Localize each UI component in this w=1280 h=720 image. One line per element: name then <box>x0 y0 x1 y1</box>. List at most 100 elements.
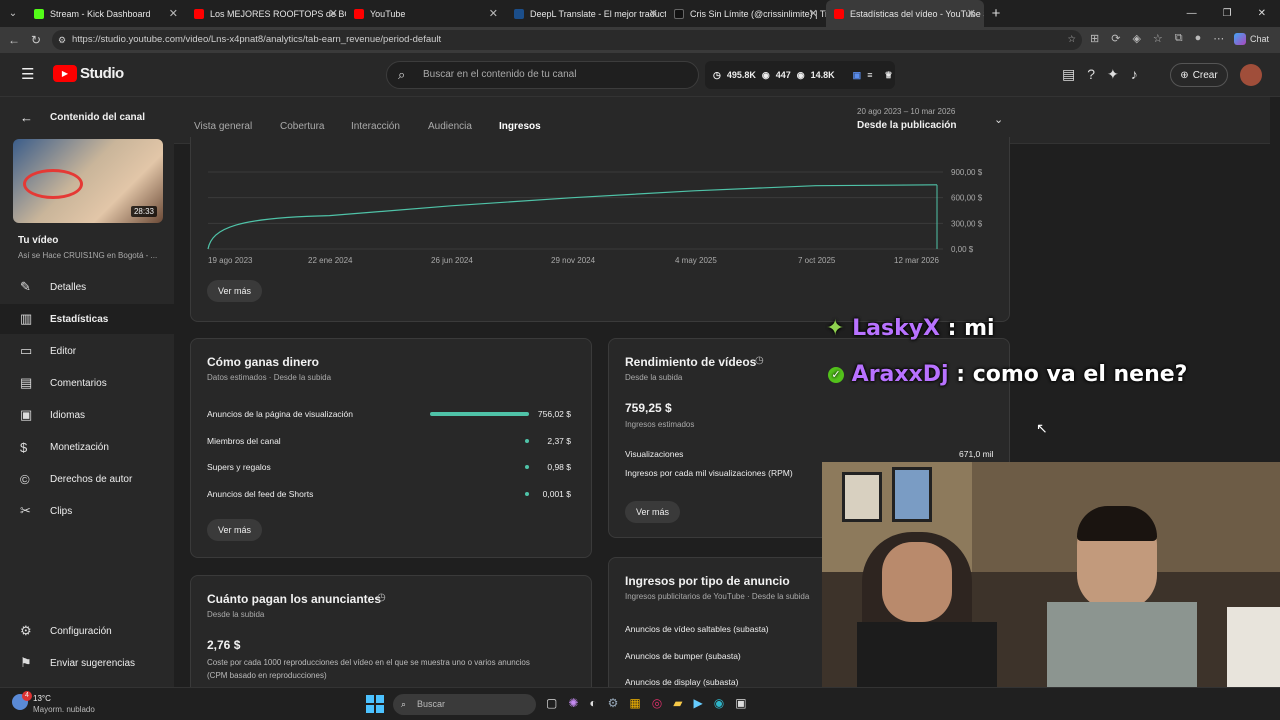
nav-editor[interactable]: ▭ Editor <box>0 336 174 366</box>
revenue-series-line <box>207 184 938 250</box>
chat-username: LaskyX <box>852 316 941 341</box>
video-duration: 28:33 <box>130 206 157 217</box>
url-field[interactable]: ⚙ https://studio.youtube.com/video/Lns-x4… <box>52 30 1082 50</box>
dollar-icon: $ <box>20 439 28 455</box>
nav-feedback[interactable]: ⚑ Enviar sugerencias <box>0 648 174 678</box>
browser-tab-studio[interactable]: Estadísticas del vídeo - YouTube St ✕ <box>826 0 984 27</box>
thumbnail-circle <box>23 169 83 199</box>
favorites-icon[interactable]: ☆ <box>1153 32 1163 45</box>
cpm-value: 2,76 $ <box>207 638 241 652</box>
sparkle-icon[interactable]: ✦ <box>1107 66 1119 83</box>
period-selector[interactable]: Desde la publicación <box>857 120 956 131</box>
browser-tab-deepl[interactable]: DeepL Translate - El mejor traductor ✕ <box>506 0 666 27</box>
browser-tab-rooftops[interactable]: Los MEJORES ROOFTOPS de BOGO✕ <box>186 0 346 27</box>
earn-share-bar <box>525 465 529 469</box>
tab-search-icon[interactable]: ⌄ <box>0 0 26 27</box>
close-tab-icon[interactable]: ✕ <box>809 7 818 20</box>
obs-icon[interactable]: ◐ <box>589 696 596 710</box>
browser-tab-bar: ⌄ Stream - Kick Dashboard ✕ Los MEJORES R… <box>0 0 1280 27</box>
nav-comments[interactable]: ▤ Comentarios <box>0 368 174 398</box>
chart-see-more-button[interactable]: Ver más <box>207 280 263 302</box>
close-tab-icon[interactable]: ✕ <box>329 7 338 20</box>
apps-icon[interactable]: ⊞ <box>1090 32 1099 45</box>
app-icon[interactable]: ▣ <box>735 696 746 710</box>
tab-reach[interactable]: Cobertura <box>280 121 324 132</box>
avatar[interactable] <box>1240 64 1262 86</box>
tab-revenue[interactable]: Ingresos <box>499 121 541 132</box>
earn-row-value: 756,02 $ <box>537 409 571 419</box>
channel-search-input[interactable]: ⌕ Buscar en el contenido de tu canal <box>386 61 699 89</box>
browser-tab-tiktok[interactable]: Cris Sin Límite (@crissinlimite) | Ti ✕ <box>666 0 826 27</box>
copyright-icon: © <box>20 471 30 487</box>
tab-engagement[interactable]: Interacción <box>351 121 400 132</box>
channel-content-link[interactable]: Contenido del canal <box>50 112 145 123</box>
windows-start-icon[interactable] <box>366 695 384 713</box>
chat-text: : como va el nene? <box>948 362 1188 387</box>
subtitles-icon: ▣ <box>20 407 33 422</box>
edge-icon[interactable]: ◉ <box>714 696 724 710</box>
views-value: 671,0 mil <box>959 449 994 459</box>
refresh-extension-icon[interactable]: ⟳ <box>1111 32 1120 45</box>
realtime-stats[interactable]: ◷ 495.8K ◉ 447 ◉ 14.8K ▣ ≡ ♕ <box>705 61 895 89</box>
close-tab-icon[interactable]: ✕ <box>649 7 658 20</box>
minimize-button[interactable]: — <box>1187 8 1197 19</box>
studio-logo[interactable]: ▶ Studio <box>53 65 124 82</box>
menu-icon[interactable]: ☰ <box>21 65 34 83</box>
chat-button[interactable]: Chat <box>1250 34 1269 44</box>
store-icon[interactable]: ▦ <box>629 696 640 710</box>
back-icon[interactable]: ← <box>8 33 20 47</box>
kick-icon <box>34 8 44 19</box>
help-icon[interactable]: ? <box>1087 66 1095 83</box>
tab-overview[interactable]: Vista general <box>194 121 252 132</box>
steam-icon[interactable]: ⚙ <box>608 696 619 710</box>
nav-languages[interactable]: ▣ Idiomas <box>0 400 174 430</box>
chat-username: AraxxDj <box>851 362 949 387</box>
taskbar-search[interactable]: ⌕ Buscar <box>393 694 536 715</box>
notification-badge: 4 <box>22 691 32 701</box>
earn-see-more-button[interactable]: Ver más <box>207 519 263 541</box>
nav-monetization[interactable]: $ Monetización <box>0 432 174 462</box>
nav-settings[interactable]: ⚙ Configuración <box>0 616 174 646</box>
close-tab-icon[interactable]: ✕ <box>489 7 498 20</box>
nav-analytics[interactable]: ▥ Estadísticas <box>0 304 174 334</box>
x-tick-label: 26 jun 2024 <box>431 256 473 265</box>
create-button[interactable]: ⊕ Crear <box>1170 63 1228 87</box>
close-window-button[interactable]: ✕ <box>1258 8 1266 19</box>
extension-icon[interactable]: ◈ <box>1132 32 1140 45</box>
perf-see-more-button[interactable]: Ver más <box>625 501 681 523</box>
terminal-icon[interactable]: ▶ <box>693 696 702 710</box>
task-view-icon[interactable]: ▢ <box>546 696 557 710</box>
nav-details[interactable]: ✎ Detalles <box>0 272 174 302</box>
folder-icon[interactable]: ▰ <box>673 696 682 710</box>
verified-badge-icon: ✓ <box>828 367 844 383</box>
feedback-icon[interactable]: ▤ <box>1062 66 1075 83</box>
copilot-icon[interactable]: ✺ <box>568 696 578 710</box>
browser-tab-kick[interactable]: Stream - Kick Dashboard ✕ <box>26 0 186 27</box>
estimated-revenue: 759,25 $ <box>625 401 672 415</box>
profile-icon[interactable]: ● <box>1195 32 1202 45</box>
tab-audience[interactable]: Audiencia <box>428 121 472 132</box>
new-tab-button[interactable]: + <box>984 5 1008 22</box>
more-icon[interactable]: ⋯ <box>1213 32 1224 45</box>
star-icon[interactable]: ☆ <box>1067 30 1076 50</box>
copilot-icon[interactable] <box>1234 33 1246 45</box>
collections-icon[interactable]: ⧉ <box>1175 32 1183 45</box>
back-arrow-icon[interactable]: ← <box>20 110 33 125</box>
video-thumbnail[interactable]: 28:33 <box>13 139 163 223</box>
instagram-icon[interactable]: ◎ <box>652 696 662 710</box>
weather-temp: 13°C <box>33 694 51 703</box>
close-tab-icon[interactable]: ✕ <box>169 7 178 20</box>
nav-clips[interactable]: ✂ Clips <box>0 496 174 526</box>
earn-row-label: Anuncios del feed de Shorts <box>207 488 314 499</box>
chevron-down-icon[interactable]: ⌄ <box>994 113 1003 126</box>
browser-tab-youtube[interactable]: YouTube ✕ <box>346 0 506 27</box>
reload-icon[interactable]: ↻ <box>31 33 41 47</box>
ad-type-row: Anuncios de vídeo saltables (subasta) <box>625 624 769 634</box>
y-tick-label: 0,00 $ <box>951 245 974 254</box>
close-tab-icon[interactable]: ✕ <box>967 7 976 20</box>
maximize-button[interactable]: ❐ <box>1223 8 1232 19</box>
nav-copyright[interactable]: © Derechos de autor <box>0 464 174 494</box>
sparkle-badge-icon: ✦ <box>826 316 845 341</box>
x-tick-label: 12 mar 2026 <box>894 256 939 265</box>
bell-icon[interactable]: ♪ <box>1131 66 1138 83</box>
